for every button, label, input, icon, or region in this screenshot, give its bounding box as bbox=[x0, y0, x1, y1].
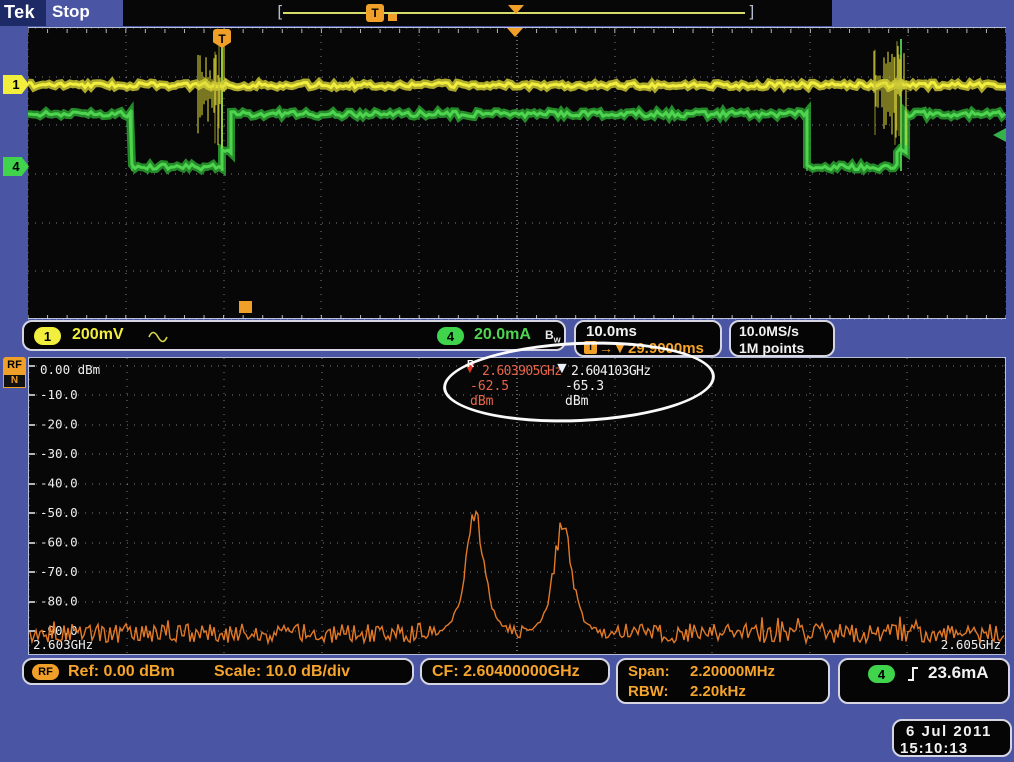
channel1-scale[interactable]: 200mV bbox=[72, 326, 124, 344]
svg-text:-20.0: -20.0 bbox=[40, 417, 78, 432]
span-label: Span: bbox=[628, 663, 670, 680]
record-strip: [ ] T bbox=[123, 0, 832, 26]
trigger-level-arrow[interactable] bbox=[993, 128, 1006, 142]
sample-rate: 10.0MS/s bbox=[739, 323, 799, 339]
rbw-value: 2.20kHz bbox=[690, 683, 746, 700]
center-frequency: CF: 2.60400000GHz bbox=[432, 663, 580, 681]
svg-text:-70.0: -70.0 bbox=[40, 564, 78, 579]
scope-event-square bbox=[239, 301, 252, 313]
channel-readout-bar[interactable]: 1 200mV 4 20.0mA Bw bbox=[22, 320, 566, 351]
rf-readout-badge: RF bbox=[32, 664, 59, 680]
graticule-grid bbox=[28, 28, 1006, 320]
channel4-position-marker[interactable]: 4 bbox=[3, 157, 29, 176]
span-rbw-readout[interactable]: Span: 2.20000MHz RBW: 2.20kHz bbox=[616, 658, 830, 704]
title-bar: Tek Stop [ ] T bbox=[0, 0, 1014, 27]
tek-logo: Tek bbox=[4, 2, 35, 23]
rf-ref-level: Ref: 0.00 dBm bbox=[68, 663, 175, 681]
record-window-bracket-right[interactable]: ] bbox=[747, 2, 757, 21]
channel1-badge[interactable]: 1 bbox=[34, 327, 61, 345]
acquisition-status[interactable]: Stop bbox=[52, 2, 90, 22]
channel4-badge[interactable]: 4 bbox=[437, 327, 464, 345]
channel1-coupling-icon bbox=[148, 330, 168, 344]
svg-text:-40.0: -40.0 bbox=[40, 476, 78, 491]
rf-scale: Scale: 10.0 dB/div bbox=[214, 663, 350, 681]
span-value: 2.20000MHz bbox=[690, 663, 775, 680]
rf-settings-readout[interactable]: RF Ref: 0.00 dBm Scale: 10.0 dB/div bbox=[22, 658, 414, 685]
trigger-source-badge: 4 bbox=[868, 665, 895, 683]
date-value: 6 Jul 2011 bbox=[906, 723, 992, 740]
trigger-slope-icon bbox=[906, 665, 920, 683]
svg-text:0.00 dBm: 0.00 dBm bbox=[40, 362, 100, 377]
scope-expansion-marker[interactable] bbox=[507, 28, 523, 37]
svg-text:2.603GHz: 2.603GHz bbox=[33, 637, 93, 652]
center-frequency-readout[interactable]: CF: 2.60400000GHz bbox=[420, 658, 610, 685]
trigger-readout[interactable]: 4 23.6mA bbox=[838, 658, 1010, 704]
channel1-position-marker[interactable]: 1 bbox=[3, 75, 29, 94]
rf-badge-label: RF bbox=[3, 357, 26, 374]
svg-text:-50.0: -50.0 bbox=[40, 505, 78, 520]
record-expansion-marker[interactable] bbox=[508, 5, 524, 14]
rf-badge-normal-trace: N bbox=[3, 374, 26, 388]
svg-text:-60.0: -60.0 bbox=[40, 535, 78, 550]
record-trigger-badge[interactable]: T bbox=[366, 4, 384, 22]
scope-plot bbox=[28, 28, 1006, 320]
channel4-scale[interactable]: 20.0mA bbox=[474, 326, 531, 344]
datetime-readout: 6 Jul 2011 15:10:13 bbox=[892, 719, 1012, 757]
svg-text:-80.0: -80.0 bbox=[40, 594, 78, 609]
acquisition-readout[interactable]: 10.0MS/s 1M points bbox=[729, 320, 835, 357]
svg-text:-10.0: -10.0 bbox=[40, 387, 78, 402]
timebase-scale: 10.0ms bbox=[586, 323, 637, 340]
svg-text:-30.0: -30.0 bbox=[40, 446, 78, 461]
scope-graticule bbox=[28, 27, 1006, 319]
rbw-label: RBW: bbox=[628, 683, 669, 700]
oscilloscope-screen: Tek Stop [ ] T T 1 4 1 200mV 4 20.0mA Bw… bbox=[0, 0, 1014, 762]
rf-trace-badge[interactable]: RF N bbox=[3, 357, 26, 388]
record-marker-square bbox=[388, 14, 397, 21]
time-value: 15:10:13 bbox=[900, 740, 968, 757]
record-length: 1M points bbox=[739, 340, 804, 356]
rf-spectrum-trace bbox=[30, 512, 1004, 643]
trigger-level-value: 23.6mA bbox=[928, 663, 988, 683]
bandwidth-limit-icon: Bw bbox=[545, 328, 561, 344]
